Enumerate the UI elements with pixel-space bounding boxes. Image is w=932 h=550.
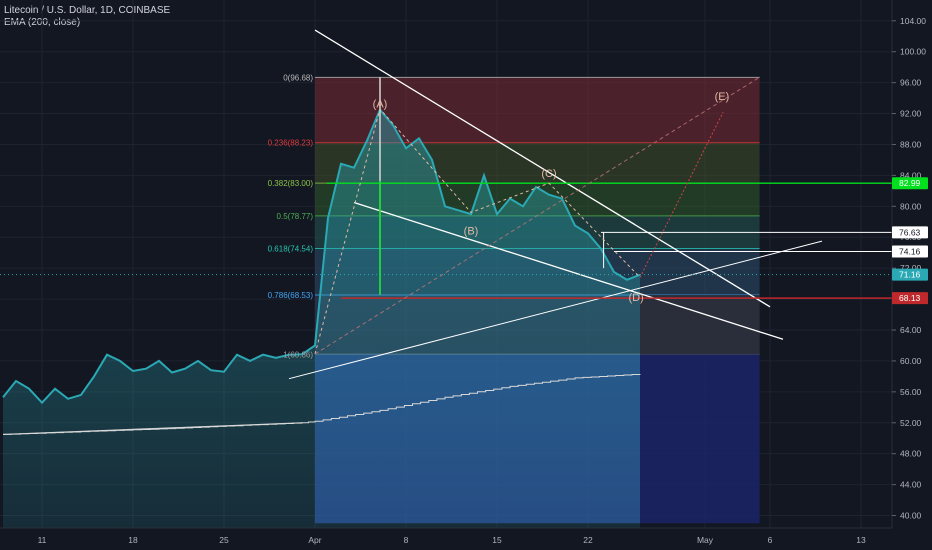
y-tick-label: 88.00 <box>900 139 922 149</box>
price-tag-label: 71.16 <box>899 270 921 280</box>
x-axis-bg <box>0 528 932 550</box>
y-tick-label: 64.00 <box>900 325 922 335</box>
x-tick-label: 11 <box>38 535 47 545</box>
y-tick-label: 80.00 <box>900 201 922 211</box>
wave-label: (D) <box>628 292 643 304</box>
x-tick-label: 18 <box>128 535 138 545</box>
price-tag-label: 76.63 <box>899 227 921 237</box>
price-chart[interactable]: 0(96.68) 0.236(88.23) 0.382(83.00) 0.5(78.7… <box>0 0 932 550</box>
price-tag-label: 82.99 <box>899 178 921 188</box>
x-tick-label: 8 <box>404 535 409 545</box>
fib-level-label: 0.5(78.77) <box>277 212 314 221</box>
y-axis: 104.00100.0096.0092.0088.0084.0080.0076.… <box>891 0 932 550</box>
y-tick-label: 92.00 <box>900 109 922 119</box>
wave-label: (A) <box>373 99 388 111</box>
wave-label: (E) <box>715 91 730 103</box>
price-tag-label: 68.13 <box>899 293 921 303</box>
y-tick-label: 60.00 <box>900 356 922 366</box>
x-tick-label: 22 <box>583 535 593 545</box>
x-tick-label: May <box>697 535 714 545</box>
fib-level-label: 1(60.86) <box>283 350 313 359</box>
x-axis: 11 18 25 Apr 8 15 22 May 6 13 <box>0 527 932 550</box>
fib-level-label: 0.618(74.54) <box>268 245 314 254</box>
x-tick-label: 25 <box>219 535 229 545</box>
y-tick-label: 96.00 <box>900 78 922 88</box>
price-tag-label: 74.16 <box>899 246 921 256</box>
fib-level-label: 0.786(68.53) <box>268 291 314 300</box>
fib-level-label: 0.236(88.23) <box>268 139 314 148</box>
y-tick-label: 48.00 <box>900 449 922 459</box>
fib-level-label: 0.382(83.00) <box>268 179 314 188</box>
range-box-projection <box>640 354 760 524</box>
y-tick-label: 56.00 <box>900 387 922 397</box>
fib-level-label: 0(96.68) <box>283 73 313 82</box>
range-box-gray <box>640 294 760 355</box>
x-tick-label: 15 <box>492 535 502 545</box>
wave-label: (C) <box>541 168 556 180</box>
wave-label: (B) <box>464 225 479 237</box>
x-tick-label: 13 <box>856 535 866 545</box>
y-tick-label: 44.00 <box>900 480 922 490</box>
y-tick-label: 104.00 <box>900 16 926 26</box>
y-tick-label: 40.00 <box>900 511 922 521</box>
x-tick-label: 6 <box>768 535 773 545</box>
y-tick-label: 100.00 <box>900 47 926 57</box>
y-tick-label: 52.00 <box>900 418 922 428</box>
x-tick-label: Apr <box>308 535 321 545</box>
